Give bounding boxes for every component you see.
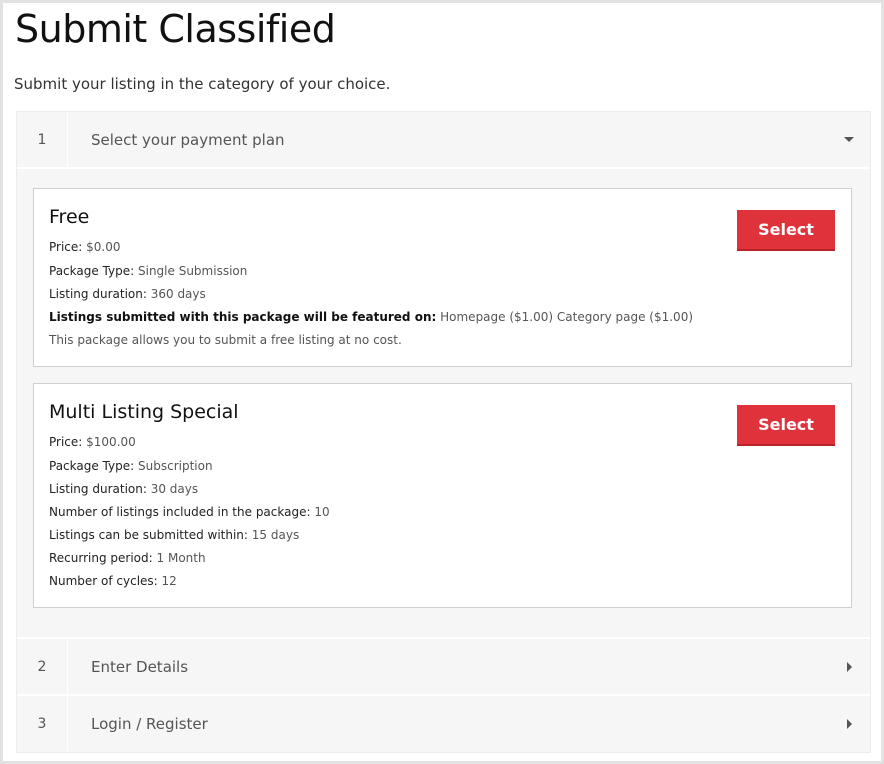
plan-featured-on: Listings submitted with this package wil… (49, 310, 693, 324)
featured-label: Listings submitted with this package wil… (49, 310, 437, 324)
step-header-enter-details[interactable]: 2 Enter Details (17, 639, 870, 694)
page-title: Submit Classified (15, 7, 336, 51)
step-number: 3 (17, 696, 68, 751)
plan-price: Price: $0.00 (49, 240, 121, 254)
step-header-payment-plan[interactable]: 1 Select your payment plan (17, 112, 870, 167)
step-header-login-register[interactable]: 3 Login / Register (17, 696, 870, 751)
step-body-payment-plan: Free Select Price: $0.00 Package Type: S… (17, 169, 870, 634)
featured-value: Homepage ($1.00) Category page ($1.00) (440, 310, 694, 324)
price-label: Price: (49, 240, 83, 254)
plan-price: Price: $100.00 (49, 435, 136, 449)
plan-package-type: Package Type: Subscription (49, 459, 213, 473)
cycles-label: Number of cycles: (49, 574, 158, 588)
select-plan-button[interactable]: Select (737, 210, 835, 251)
step-label: Login / Register (91, 714, 208, 733)
price-value: $100.00 (86, 435, 136, 449)
package-type-value: Subscription (138, 459, 213, 473)
duration-value: 30 days (150, 482, 199, 496)
recurring-period-label: Recurring period: (49, 551, 153, 565)
plan-name: Multi Listing Special (49, 401, 239, 423)
submission-window-value: 15 days (251, 528, 300, 542)
duration-label: Listing duration: (49, 287, 147, 301)
cycles-value: 12 (161, 574, 177, 588)
plan-cycles: Number of cycles: 12 (49, 574, 177, 588)
submission-steps: 1 Select your payment plan Free Select P… (16, 111, 871, 753)
plan-description: This package allows you to submit a free… (49, 333, 402, 347)
caret-right-icon[interactable] (847, 718, 852, 729)
caret-down-icon[interactable] (844, 137, 854, 142)
plan-card-multi-listing-special: Multi Listing Special Select Price: $100… (33, 383, 852, 608)
plan-package-type: Package Type: Single Submission (49, 264, 247, 278)
step-label: Enter Details (91, 657, 189, 676)
price-value: $0.00 (86, 240, 121, 254)
price-label: Price: (49, 435, 83, 449)
step-number: 1 (17, 112, 68, 167)
package-type-label: Package Type: (49, 264, 135, 278)
caret-right-icon[interactable] (847, 661, 852, 672)
plan-submission-window: Listings can be submitted within: 15 day… (49, 528, 299, 542)
listings-count-label: Number of listings included in the packa… (49, 505, 311, 519)
plan-listings-count: Number of listings included in the packa… (49, 505, 330, 519)
plan-recurring-period: Recurring period: 1 Month (49, 551, 206, 565)
plan-duration: Listing duration: 360 days (49, 287, 206, 301)
listings-count-value: 10 (314, 505, 330, 519)
package-type-label: Package Type: (49, 459, 135, 473)
step-number: 2 (17, 639, 68, 694)
duration-label: Listing duration: (49, 482, 147, 496)
plan-duration: Listing duration: 30 days (49, 482, 198, 496)
recurring-period-value: 1 Month (156, 551, 206, 565)
page-subtitle: Submit your listing in the category of y… (14, 75, 391, 93)
submission-window-label: Listings can be submitted within: (49, 528, 248, 542)
step-label: Select your payment plan (91, 130, 285, 149)
select-plan-button[interactable]: Select (737, 405, 835, 446)
page-frame: Submit Classified Submit your listing in… (0, 0, 884, 764)
duration-value: 360 days (150, 287, 206, 301)
plan-name: Free (49, 206, 90, 228)
plan-card-free: Free Select Price: $0.00 Package Type: S… (33, 188, 852, 367)
package-type-value: Single Submission (138, 264, 248, 278)
